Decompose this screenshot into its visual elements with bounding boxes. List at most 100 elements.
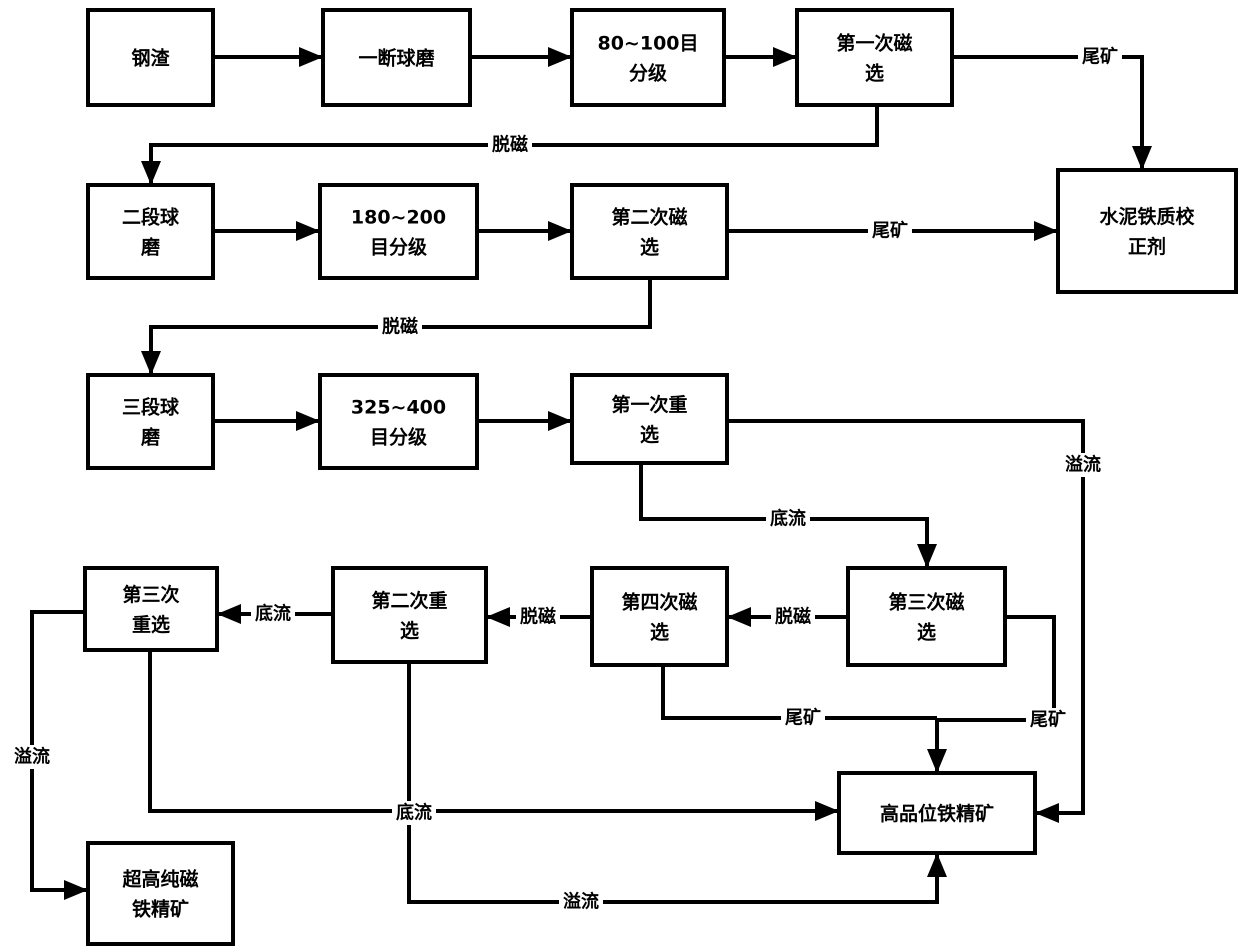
arrowhead-icon	[296, 411, 320, 431]
edge-label-text: 脱磁	[775, 606, 811, 628]
arrowhead-icon	[486, 607, 510, 627]
arrowhead-icon	[548, 221, 572, 241]
arrowhead-icon	[927, 749, 947, 773]
node-box	[570, 373, 729, 465]
node-label: 325~400	[351, 397, 446, 419]
node-cixuan4: 第四次磁选	[590, 566, 729, 667]
node-label: 第一次磁	[836, 32, 912, 55]
edge-label: 脱磁	[771, 605, 815, 629]
arrowhead-icon	[217, 604, 241, 624]
edge-label: 底流	[251, 602, 295, 626]
arrowhead-icon	[727, 607, 751, 627]
edge-label-text: 底流	[396, 802, 432, 824]
node-box	[86, 183, 215, 280]
edge-label: 底流	[392, 801, 436, 825]
node-cixuan2: 第二次磁选	[570, 183, 729, 280]
node-label: 选	[640, 237, 659, 259]
node-label: 第四次磁	[621, 591, 697, 614]
node-gangzha: 钢渣	[86, 8, 215, 107]
node-sanduan: 三段球磨	[86, 373, 215, 470]
node-label: 分级	[629, 62, 667, 85]
edge-label: 溢流	[1061, 453, 1105, 477]
arrowhead-icon	[1034, 221, 1058, 241]
edge-label: 溢流	[559, 890, 603, 914]
arrowhead-icon	[141, 161, 161, 185]
node-label: 选	[400, 620, 419, 642]
edge-yiduan-to-fenji1	[470, 47, 572, 67]
arrowhead-icon	[1035, 803, 1059, 823]
edge-sanduan-to-fenji3	[213, 411, 320, 431]
edge-label-text: 尾矿	[1030, 709, 1066, 731]
node-label: 180~200	[351, 207, 446, 229]
edge-line	[952, 55, 1144, 170]
edge-label-text: 尾矿	[1082, 46, 1118, 68]
node-zhongxuan3: 第三次重选	[83, 566, 219, 652]
edge-line	[148, 650, 839, 813]
edge-cixuan1-to-shuini	[952, 55, 1152, 170]
node-label: 高品位铁精矿	[880, 802, 994, 825]
node-label: 三段球	[122, 396, 180, 419]
node-zhongxuan1: 第一次重选	[570, 373, 729, 465]
arrowhead-icon	[917, 544, 937, 568]
node-label: 二段球	[122, 206, 180, 229]
arrowhead-icon	[141, 351, 161, 375]
arrowhead-icon	[773, 47, 797, 67]
node-label: 选	[917, 622, 936, 644]
node-label: 目分级	[370, 426, 427, 449]
node-cixuan3: 第三次磁选	[846, 566, 1007, 667]
node-label: 重选	[132, 614, 170, 636]
node-shuini: 水泥铁质校正剂	[1056, 168, 1238, 294]
arrowhead-icon	[815, 801, 839, 821]
node-label: 选	[650, 622, 669, 644]
node-label: 一断球磨	[358, 47, 434, 70]
node-label: 选	[640, 424, 659, 446]
edge-label: 尾矿	[1078, 45, 1122, 69]
arrowhead-icon	[1132, 146, 1152, 170]
arrowhead-icon	[548, 47, 572, 67]
process-flow-diagram: 钢渣 一断球磨80~100目分级第一次磁选水泥铁质校正剂二段球磨180~200目分…	[10, 8, 1238, 946]
node-label: 目分级	[370, 236, 427, 259]
edge-label: 尾矿	[1026, 708, 1070, 732]
edge-gangzha-to-yiduan	[213, 47, 323, 67]
arrowhead-icon	[548, 411, 572, 431]
node-fenji1: 80~100目分级	[570, 8, 726, 107]
node-label: 水泥铁质校	[1099, 205, 1195, 228]
node-label: 80~100目	[597, 33, 698, 55]
node-erduan: 二段球磨	[86, 183, 215, 280]
node-label: 第三次磁	[888, 591, 964, 614]
edge-label-text: 底流	[770, 508, 806, 530]
node-yiduan: 一断球磨	[321, 8, 472, 107]
node-box	[1056, 168, 1238, 294]
node-gaopin: 高品位铁精矿	[837, 771, 1037, 855]
edge-fenji3-to-zhongxuan1	[477, 411, 572, 431]
node-box	[795, 8, 954, 107]
node-box	[318, 183, 479, 280]
edge-label-text: 溢流	[1065, 454, 1101, 476]
node-label: 磨	[140, 236, 160, 259]
edge-fenji2-to-cixuan2	[477, 221, 572, 241]
edge-label: 脱磁	[378, 315, 422, 339]
edge-label: 底流	[766, 507, 810, 531]
edge-label-text: 溢流	[563, 891, 599, 913]
arrowhead-icon	[64, 880, 88, 900]
node-box	[570, 8, 726, 107]
arrowhead-icon	[299, 47, 323, 67]
edge-label: 脱磁	[516, 605, 560, 629]
edge-label: 尾矿	[781, 706, 825, 730]
node-cixuan1: 第一次磁选	[795, 8, 954, 107]
node-label: 磨	[140, 426, 160, 449]
node-box	[86, 841, 235, 946]
node-label: 第二次重	[371, 589, 447, 612]
node-fenji2: 180~200 目分级	[318, 183, 479, 280]
node-label: 第三次	[122, 583, 179, 606]
node-box	[83, 566, 219, 652]
edge-label-text: 脱磁	[520, 606, 556, 628]
node-label: 钢渣	[131, 47, 170, 70]
edge-fenji1-to-cixuan1	[724, 47, 797, 67]
edge-zhongxuan3-to-gaopin	[148, 650, 839, 821]
node-fenji3: 325~400 目分级	[318, 373, 479, 470]
node-label: 第一次重	[611, 393, 687, 416]
node-label: 第二次磁	[611, 206, 687, 229]
node-label: 正剂	[1128, 235, 1166, 258]
node-box	[86, 373, 215, 470]
